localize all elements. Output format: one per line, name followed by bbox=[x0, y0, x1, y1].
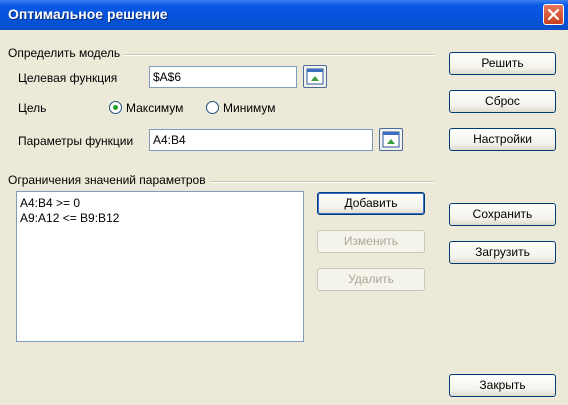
target-function-field[interactable]: $A$6 bbox=[149, 66, 297, 88]
target-function-shrink-button[interactable] bbox=[303, 65, 327, 88]
delete-button[interactable]: Удалить bbox=[317, 268, 425, 291]
close-window-button[interactable] bbox=[543, 4, 564, 25]
constraints-list[interactable]: A4:B4 >= 0 A9:A12 <= B9:B12 bbox=[16, 191, 304, 342]
title-bar: Оптимальное решение bbox=[0, 0, 568, 30]
params-field[interactable]: A4:B4 bbox=[149, 129, 373, 151]
params-label: Параметры функции bbox=[18, 134, 134, 148]
window-title: Оптимальное решение bbox=[8, 6, 168, 22]
change-button[interactable]: Изменить bbox=[317, 230, 425, 253]
params-shrink-button[interactable] bbox=[379, 128, 403, 151]
target-function-label: Целевая функция bbox=[18, 71, 118, 85]
shrink-icon bbox=[382, 131, 400, 148]
goal-min-radio[interactable] bbox=[206, 101, 219, 114]
save-button[interactable]: Сохранить bbox=[449, 203, 556, 226]
settings-button[interactable]: Настройки bbox=[449, 128, 556, 151]
list-item[interactable]: A9:A12 <= B9:B12 bbox=[20, 211, 119, 225]
close-icon bbox=[547, 8, 560, 21]
load-button[interactable]: Загрузить bbox=[449, 241, 556, 264]
goal-min-label[interactable]: Минимум bbox=[223, 101, 276, 115]
goal-max-radio[interactable] bbox=[109, 101, 122, 114]
goal-label: Цель bbox=[18, 101, 47, 115]
model-group-label: Определить модель bbox=[8, 46, 125, 60]
solve-button[interactable]: Решить bbox=[449, 52, 556, 75]
list-item[interactable]: A4:B4 >= 0 bbox=[20, 196, 80, 210]
constraints-group-label: Ограничения значений параметров bbox=[8, 173, 210, 187]
reset-button[interactable]: Сброс bbox=[449, 90, 556, 113]
close-button[interactable]: Закрыть bbox=[449, 374, 556, 397]
radio-selected-dot bbox=[113, 105, 118, 110]
goal-max-label[interactable]: Максимум bbox=[126, 101, 183, 115]
shrink-icon bbox=[306, 68, 324, 85]
add-button[interactable]: Добавить bbox=[317, 192, 425, 215]
